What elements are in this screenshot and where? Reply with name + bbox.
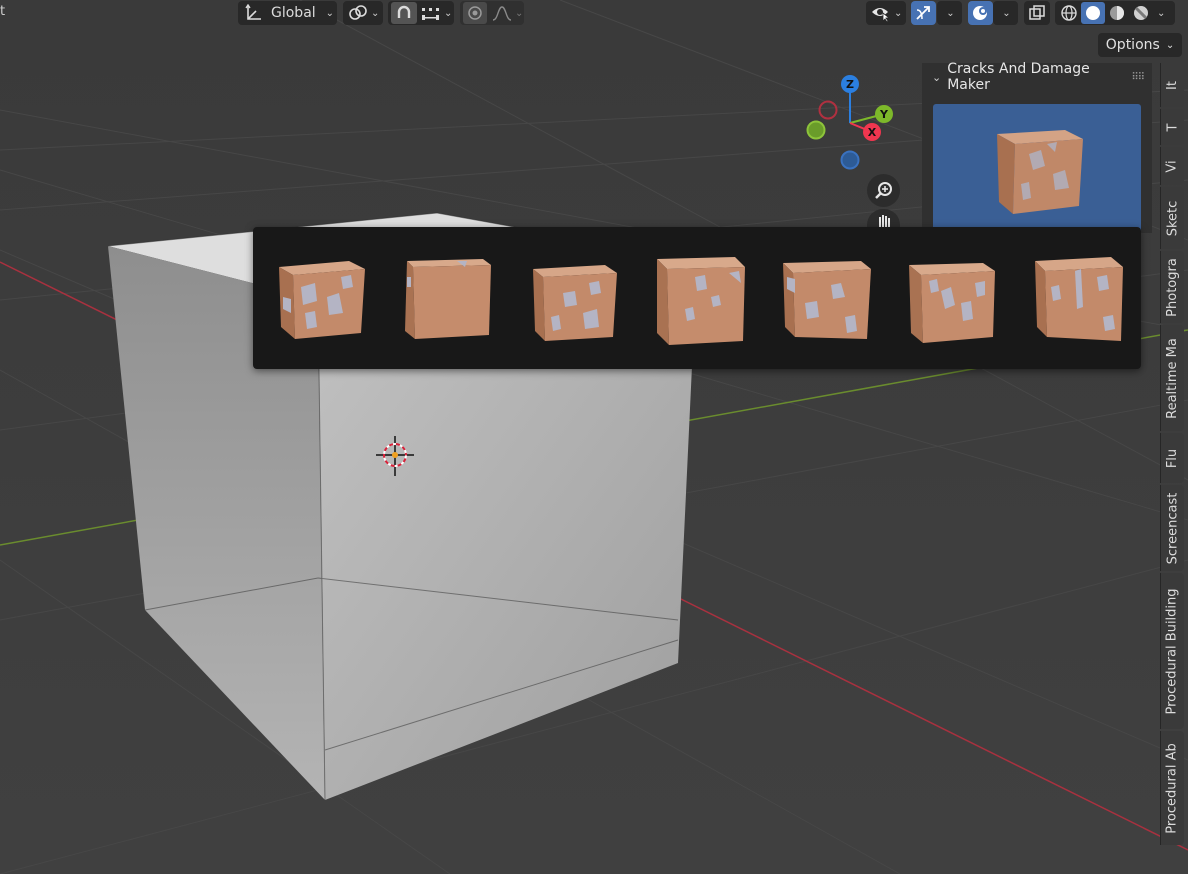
tab-label: It (1165, 80, 1180, 90)
chevron-down-icon: ⌄ (894, 7, 903, 19)
rendered-shading-button[interactable] (1129, 2, 1153, 24)
chevron-down-icon: ⌄ (946, 7, 955, 19)
tab-label: Screencast (1165, 492, 1180, 564)
overlays-dropdown[interactable]: ⌄ (993, 1, 1018, 25)
z-axis-label: Z (846, 78, 854, 91)
tab-label: Flu (1165, 448, 1180, 468)
sidebar-tab-tool[interactable]: T (1160, 109, 1184, 145)
hand-pan-icon (878, 215, 890, 227)
solid-shading-button[interactable] (1081, 2, 1105, 24)
preset-thumbnail-1[interactable] (271, 247, 373, 349)
overlays-toggle-button[interactable] (968, 1, 993, 25)
snap-increment-icon[interactable] (420, 4, 442, 22)
gizmo-toggle-button[interactable] (911, 1, 936, 25)
preset-thumbnail-6[interactable] (901, 247, 1003, 349)
viewport-header: Global ⌄ ⌄ ⌄ ⌄ ⌄ ⌄ ⌄ ⌄ (0, 0, 1188, 27)
pivot-point-dropdown[interactable]: ⌄ (343, 1, 383, 25)
x-axis-label: X (868, 126, 877, 139)
sidebar-tab-item[interactable]: It (1160, 63, 1184, 107)
snapping-group: ⌄ (388, 1, 454, 25)
neg-y-axis-handle[interactable] (806, 120, 826, 140)
tab-label: Photogra (1165, 257, 1180, 317)
gizmo-dropdown[interactable]: ⌄ (937, 1, 962, 25)
options-dropdown[interactable]: Options ⌄ (1098, 33, 1182, 57)
tab-label: Realtime Ma (1165, 337, 1180, 419)
preset-thumbnail-3[interactable] (523, 247, 625, 349)
falloff-curve-icon[interactable] (491, 4, 513, 22)
panel-header[interactable]: ⌄ Cracks And Damage Maker ⠿⠿ (922, 61, 1152, 93)
transform-orientation-dropdown[interactable]: Global ⌄ (238, 1, 337, 25)
navigation-gizmo[interactable]: Z Y X (800, 70, 900, 180)
drag-grip-icon[interactable]: ⠿⠿ (1131, 72, 1145, 83)
preview-cracked-cube (997, 130, 1083, 214)
neg-x-axis-handle[interactable] (818, 100, 838, 120)
wireframe-sphere-icon (1061, 5, 1077, 21)
y-axis-label: Y (879, 108, 889, 121)
preset-thumbnail-popup (253, 227, 1141, 369)
tab-label: Sketc (1165, 200, 1180, 236)
sidebar-tab-flu[interactable]: Flu (1160, 433, 1184, 483)
panel-title: Cracks And Damage Maker (947, 61, 1090, 93)
transform-orientation-label: Global (271, 5, 316, 21)
tab-label: Procedural Building (1165, 587, 1180, 715)
sidebar-tab-screencast[interactable]: Screencast (1160, 485, 1184, 571)
pivot-link-icon (349, 5, 367, 20)
magnet-icon (397, 5, 411, 18)
solid-sphere-icon (1086, 6, 1100, 20)
chevron-down-icon: ⌄ (325, 7, 335, 19)
chevron-down-icon: ⌄ (932, 70, 942, 84)
sidebar-tab-procedural-ab[interactable]: Procedural Ab (1160, 731, 1184, 845)
wireframe-shading-button[interactable] (1057, 2, 1081, 24)
sidebar-tab-view[interactable]: Vi (1160, 147, 1184, 185)
zoom-magnifier-icon (874, 181, 892, 199)
sidebar-tab-procedural-building[interactable]: Procedural Building (1160, 573, 1184, 729)
tab-label: Vi (1164, 159, 1180, 173)
rendered-sphere-icon (1134, 6, 1148, 20)
chevron-down-icon: ⌄ (1002, 7, 1011, 19)
visibility-dropdown[interactable]: ⌄ (866, 1, 906, 25)
sidebar-tab-sketch[interactable]: Sketc (1160, 187, 1184, 249)
sidebar-tab-realtime[interactable]: Realtime Ma (1160, 325, 1184, 431)
material-sphere-icon (1110, 6, 1124, 20)
shading-mode-group: ⌄ (1055, 1, 1175, 25)
preset-thumbnail-7[interactable] (1027, 247, 1129, 349)
preset-thumbnail-4[interactable] (649, 247, 751, 349)
chevron-down-icon[interactable]: ⌄ (515, 8, 523, 19)
tab-label: Procedural Ab (1165, 742, 1180, 834)
snap-toggle-button[interactable] (391, 2, 417, 24)
tab-label: T (1164, 123, 1180, 131)
options-label: Options (1105, 37, 1160, 53)
chevron-down-icon[interactable]: ⌄ (444, 8, 452, 19)
proportional-editing-toggle[interactable] (463, 2, 487, 24)
sidebar-tabs: It T Vi Sketc Photogra Realtime Ma Flu S… (1160, 63, 1184, 850)
cracks-damage-panel: ⌄ Cracks And Damage Maker ⠿⠿ (922, 61, 1152, 233)
chevron-down-icon: ⌄ (1165, 39, 1175, 51)
proportional-circle-icon (468, 6, 482, 20)
chevron-down-icon[interactable]: ⌄ (1157, 8, 1165, 19)
neg-z-axis-handle[interactable] (840, 150, 860, 170)
preset-thumbnail-5[interactable] (775, 247, 877, 349)
overlay-circles-icon (972, 6, 987, 20)
material-preview-button[interactable] (1105, 2, 1129, 24)
sidebar-tab-photogra[interactable]: Photogra (1160, 251, 1184, 323)
proportional-editing-group: ⌄ (460, 1, 524, 25)
preview-thumbnail[interactable] (933, 104, 1141, 233)
chevron-down-icon: ⌄ (371, 7, 380, 19)
gizmo-arrows-icon (915, 6, 930, 20)
preset-thumbnail-2[interactable] (397, 247, 499, 349)
zoom-view-button[interactable] (867, 174, 900, 207)
orientation-axes-icon (245, 4, 261, 20)
xray-squares-icon (1029, 5, 1045, 20)
xray-toggle-button[interactable] (1024, 1, 1050, 25)
eye-cursor-icon (872, 8, 891, 22)
